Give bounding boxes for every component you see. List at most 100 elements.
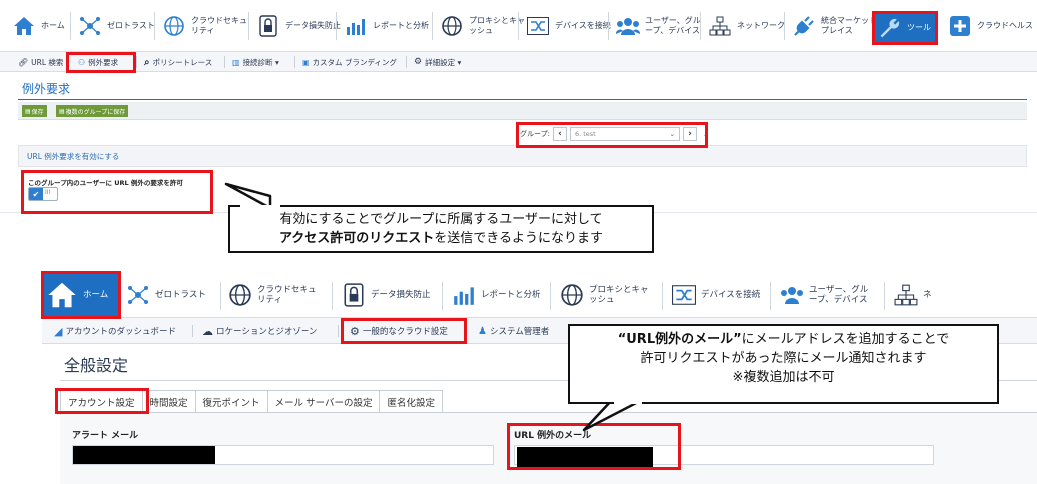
subnav-advanced-settings[interactable]: ⚙ 詳細設定 ▾ — [414, 52, 461, 72]
chart-icon — [344, 14, 368, 38]
users-icon — [780, 283, 804, 307]
nav-label: ネ — [923, 290, 932, 300]
chart-icon: ◢ — [54, 324, 63, 338]
nav-proxy[interactable]: プロキシとキャ ッシュ — [556, 272, 653, 318]
network-icon — [708, 14, 732, 38]
lock-icon — [256, 14, 280, 38]
callout2-line2: 許可リクエストがあった際にメール通知されます — [640, 351, 927, 366]
nav-label: クラウドセキュ リティ — [257, 285, 317, 305]
nav-users-groups[interactable]: ユーザー、グル ープ、デバイス — [612, 0, 705, 52]
callout2-line3: ※複数追加は不可 — [732, 370, 835, 385]
nav-network[interactable]: ネ — [890, 272, 936, 318]
nav-label: プロキシとキャ ッシュ — [589, 285, 649, 305]
subnav-policy-trace[interactable]: ⌕ ポリシートレース — [144, 52, 212, 72]
tab-mail-server[interactable]: メール サーバーの設定 — [266, 390, 381, 412]
callout-url-exception-mail: “URL例外のメール”にメールアドレスを追加することで 許可リクエストがあった際… — [568, 324, 999, 404]
cloud-pin-icon: ☁ — [202, 324, 213, 338]
subnav-label: ロケーションとジオゾーン — [216, 327, 318, 337]
highlight-account-tab — [55, 388, 149, 414]
subnav-label: 詳細設定 ▾ — [425, 57, 462, 67]
subnav-label: URL 検索 — [31, 57, 64, 67]
nav-label: ユーザー、グル ープ、デバイス — [809, 285, 869, 305]
callout2-rest: にメールアドレスを追加することで — [741, 332, 950, 347]
plug-icon — [792, 14, 816, 38]
nav-label: クラウドヘルス — [977, 21, 1033, 30]
nav-zero-trust[interactable]: ゼロトラスト — [74, 0, 159, 52]
shuffle-icon — [672, 283, 696, 307]
network-icon — [894, 283, 918, 307]
section-title: URL 例外要求を有効にする — [27, 152, 120, 161]
gear-icon: ⚙ — [414, 57, 423, 67]
nav-label: データ損失防止 — [285, 21, 341, 30]
tab-time-settings[interactable]: 時間設定 — [141, 390, 196, 412]
subnav-locations-geozones[interactable]: ☁ ロケーションとジオゾーン — [202, 318, 317, 344]
nav-label: クラウドセキュ リティ — [191, 16, 247, 35]
nav-home[interactable]: ホーム — [8, 0, 69, 52]
highlight-exception-tab — [66, 52, 136, 73]
nav-connect-devices[interactable]: デバイスを接続 — [668, 272, 764, 318]
nav-label: ゼロトラスト — [155, 290, 206, 300]
save-button[interactable]: ▤ 保存 — [22, 105, 47, 117]
highlight-toggle — [21, 170, 213, 214]
nav-label: ユーザー、グル ープ、デバイス — [645, 16, 701, 35]
redacted-alert-mail — [73, 446, 215, 464]
nav-cloud-security[interactable]: クラウドセキュ リティ — [224, 272, 321, 318]
nav-network[interactable]: ネットワーク — [704, 0, 789, 52]
nav-label: ネットワーク — [737, 21, 785, 30]
nav-cloud-health[interactable]: クラウドヘルス — [944, 0, 1037, 52]
subnav-custom-branding[interactable]: ▣ カスタム ブランディング — [302, 52, 397, 72]
highlight-general-cloud-settings — [341, 318, 467, 344]
highlight-group — [516, 122, 708, 148]
nav-dlp[interactable]: データ損失防止 — [338, 272, 435, 318]
link-icon: 🔗︎ — [18, 57, 29, 67]
nav-zero-trust[interactable]: ゼロトラスト — [122, 272, 210, 318]
callout-pointer-1-cover — [240, 205, 280, 210]
nav-cloud-security[interactable]: クラウドセキュ リティ — [158, 0, 251, 52]
subnav-label: システム管理者 — [489, 327, 550, 337]
save-toolbar: ▤ 保存 ▤ 複数のグループに保存 — [18, 102, 1027, 120]
image-icon: ▣ — [302, 57, 310, 67]
users-icon — [616, 14, 640, 38]
nav-users-groups[interactable]: ユーザー、グル ープ、デバイス — [776, 272, 872, 318]
nav-reports[interactable]: レポートと分析 — [340, 0, 433, 52]
page-title: 全般設定 — [64, 356, 129, 375]
nav-marketplace[interactable]: 統合マーケット プレイス — [788, 0, 881, 52]
cloud-globe-icon — [162, 14, 186, 38]
callout1-bold: アクセス許可のリクエスト — [278, 231, 435, 246]
page-title: 例外要求 — [22, 82, 71, 96]
nav-reports[interactable]: レポートと分析 — [448, 272, 545, 318]
subnav-label: カスタム ブランディング — [312, 57, 397, 67]
nav-label: データ損失防止 — [371, 290, 431, 300]
subnav-label: 接続診断 ▾ — [242, 57, 279, 67]
nav-label: プロキシとキャ ッシュ — [469, 16, 525, 35]
subnav-account-dashboard[interactable]: ◢ アカウントのダッシュボード — [54, 318, 176, 344]
plus-icon — [948, 14, 972, 38]
search-icon: ⌕ — [144, 56, 150, 68]
nav-proxy[interactable]: プロキシとキャ ッシュ — [436, 0, 529, 52]
admin-icon: ♟ — [478, 325, 487, 337]
nav-connect-devices[interactable]: デバイスを接続 — [522, 0, 615, 52]
nav-label: 統合マーケット プレイス — [821, 16, 877, 35]
subnav-label: アカウントのダッシュボード — [65, 327, 176, 337]
nav-label: デバイスを接続 — [701, 290, 761, 300]
save-icon: ▤ — [59, 107, 65, 115]
tab-anonymization[interactable]: 匿名化設定 — [379, 390, 443, 412]
network-node-icon — [126, 283, 150, 307]
highlight-tools — [872, 11, 938, 45]
save-multi-label: 複数のグループに保存 — [65, 108, 126, 116]
subnav-url-search[interactable]: 🔗︎ URL 検索 — [18, 52, 63, 72]
globe-icon — [440, 14, 464, 38]
callout2-bold: “URL例外のメール” — [617, 332, 742, 347]
nav-label: レポートと分析 — [481, 290, 541, 300]
section-header: URL 例外要求を有効にする — [18, 145, 1027, 167]
subnav-connection-diag[interactable]: ▥ 接続診断 ▾ — [232, 52, 279, 72]
network-node-icon — [78, 14, 102, 38]
shuffle-icon — [526, 14, 550, 38]
save-multiple-groups-button[interactable]: ▤ 複数のグループに保存 — [56, 105, 129, 117]
chart-icon — [452, 283, 476, 307]
nav-dlp[interactable]: データ損失防止 — [252, 0, 345, 52]
chart-icon: ▥ — [232, 57, 240, 67]
alert-mail-label: アラート メール — [72, 431, 139, 441]
tab-restore-points[interactable]: 復元ポイント — [194, 390, 268, 412]
subnav-system-admin[interactable]: ♟ システム管理者 — [478, 318, 549, 344]
